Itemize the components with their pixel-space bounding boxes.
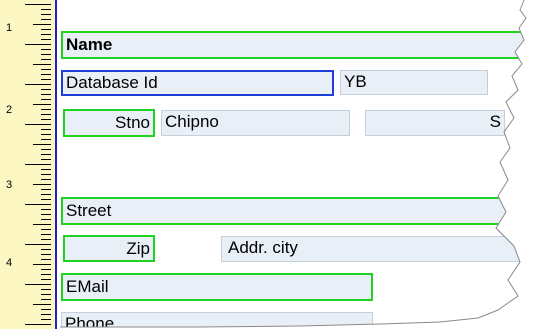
ruler-tick	[33, 184, 51, 185]
ruler-tick	[41, 59, 51, 60]
ruler-tick	[41, 39, 51, 40]
ruler-tick	[41, 294, 51, 295]
ruler-tick	[25, 284, 51, 285]
field-phone[interactable]: Phone	[61, 312, 373, 329]
ruler-tick	[41, 109, 51, 110]
ruler-tick	[25, 244, 51, 245]
ruler-tick	[41, 19, 51, 20]
ruler-tick	[41, 269, 51, 270]
ruler-tick	[41, 234, 51, 235]
ruler-tick	[33, 24, 51, 25]
ruler-tick	[41, 279, 51, 280]
ruler-tick	[41, 54, 51, 55]
ruler-tick	[41, 169, 51, 170]
field-s[interactable]: S	[365, 110, 505, 136]
ruler-tick	[41, 14, 51, 15]
ruler-tick	[41, 229, 51, 230]
ruler-tick	[41, 69, 51, 70]
ruler-tick	[41, 319, 51, 320]
field-addr-city[interactable]: Addr. city	[221, 236, 531, 262]
field-email[interactable]: EMail	[61, 273, 373, 301]
ruler-tick	[25, 84, 51, 85]
ruler-tick	[41, 129, 51, 130]
ruler-tick	[33, 224, 51, 225]
ruler-tick	[41, 139, 51, 140]
ruler-tick	[41, 114, 51, 115]
ruler-tick	[41, 134, 51, 135]
ruler-tick	[41, 99, 51, 100]
ruler-tick	[41, 189, 51, 190]
vertical-ruler: 1 2 3 4	[0, 0, 57, 329]
ruler-edge	[55, 0, 57, 329]
ruler-tick	[41, 209, 51, 210]
ruler-tick	[25, 4, 51, 5]
ruler-tick	[25, 44, 51, 45]
ruler-tick	[41, 89, 51, 90]
ruler-tick	[41, 249, 51, 250]
ruler-number: 2	[6, 104, 13, 116]
ruler-tick	[41, 159, 51, 160]
ruler-tick	[41, 94, 51, 95]
field-stno[interactable]: Stno	[63, 109, 155, 137]
ruler-tick	[33, 144, 51, 145]
ruler-tick	[41, 314, 51, 315]
ruler-tick	[25, 204, 51, 205]
field-zip[interactable]: Zip	[63, 235, 155, 262]
ruler-tick	[33, 304, 51, 305]
ruler-tick	[41, 9, 51, 10]
ruler-number: 4	[6, 257, 13, 269]
ruler-tick	[41, 29, 51, 30]
ruler-tick	[41, 254, 51, 255]
ruler-tick	[25, 164, 51, 165]
ruler-tick	[41, 194, 51, 195]
ruler-tick	[41, 154, 51, 155]
field-chipno[interactable]: Chipno	[161, 110, 350, 136]
ruler-tick	[33, 64, 51, 65]
ruler-tick	[41, 179, 51, 180]
field-database-id[interactable]: Database Id	[61, 70, 334, 96]
ruler-tick	[41, 119, 51, 120]
ruler-tick	[25, 124, 51, 125]
field-yb[interactable]: YB	[340, 70, 488, 95]
ruler-tick	[41, 79, 51, 80]
field-name[interactable]: Name	[61, 31, 531, 59]
ruler-tick	[41, 259, 51, 260]
ruler-tick	[41, 274, 51, 275]
ruler-tick	[33, 104, 51, 105]
ruler-tick	[41, 239, 51, 240]
ruler-tick	[41, 199, 51, 200]
ruler-tick	[41, 34, 51, 35]
ruler-tick	[41, 214, 51, 215]
ruler-tick	[41, 49, 51, 50]
ruler-tick	[41, 174, 51, 175]
ruler-tick	[41, 309, 51, 310]
ruler-number: 3	[6, 179, 13, 191]
ruler-tick	[33, 264, 51, 265]
field-street[interactable]: Street	[61, 197, 531, 225]
ruler-tick	[25, 324, 51, 325]
ruler-tick	[41, 299, 51, 300]
ruler-tick	[41, 219, 51, 220]
ruler-tick	[41, 74, 51, 75]
report-design-canvas: 1 2 3 4 Name Database Id YB Stno Chipno …	[0, 0, 544, 329]
ruler-number: 1	[6, 22, 13, 34]
ruler-tick	[41, 149, 51, 150]
ruler-tick	[41, 289, 51, 290]
